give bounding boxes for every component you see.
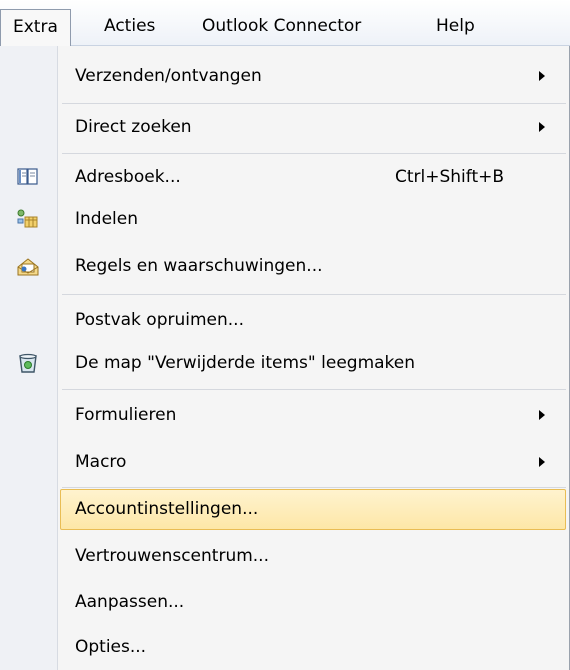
submenu-arrow-icon	[539, 122, 545, 132]
separator	[62, 389, 566, 390]
menu-item-label: Indelen	[75, 209, 138, 229]
rules-alerts-icon	[16, 255, 40, 277]
menu-item-macro[interactable]: Macro	[0, 439, 570, 486]
menu-item-label: Verzenden/ontvangen	[75, 66, 262, 86]
menu-extra[interactable]: Extra	[0, 9, 71, 47]
menu-outlook-connector[interactable]: Outlook Connector	[190, 9, 373, 43]
menu-item-label: Vertrouwenscentrum...	[75, 546, 269, 566]
menu-item-vertrouwenscentrum[interactable]: Vertrouwenscentrum...	[0, 533, 570, 580]
submenu-arrow-icon	[539, 457, 545, 467]
menu-item-aanpassen[interactable]: Aanpassen...	[0, 579, 570, 626]
address-book-icon	[16, 166, 40, 188]
menu-item-regels-en-waarschuwingen[interactable]: Regels en waarschuwingen...	[0, 243, 570, 290]
menu-item-indelen[interactable]: Indelen	[0, 196, 570, 243]
shortcut-label: Ctrl+Shift+B	[395, 167, 505, 187]
menu-item-label: Opties...	[75, 637, 147, 657]
menu-item-label: Macro	[75, 452, 127, 472]
menu-acties[interactable]: Acties	[92, 9, 167, 43]
menu-item-label: Accountinstellingen...	[75, 499, 259, 519]
menu-item-adresboek[interactable]: Adresboek... Ctrl+Shift+B	[0, 154, 570, 201]
menu-item-direct-zoeken[interactable]: Direct zoeken	[0, 104, 570, 151]
menu-item-verwijderde-items-leegmaken[interactable]: De map "Verwijderde items" leegmaken	[0, 340, 570, 387]
submenu-arrow-icon	[539, 71, 545, 81]
menu-item-label: Postvak opruimen...	[75, 310, 244, 330]
extra-dropdown-menu: Verzenden/ontvangen Direct zoeken Adresb…	[0, 46, 570, 670]
empty-trash-icon	[16, 352, 40, 374]
organize-icon	[16, 208, 40, 230]
menu-item-label: De map "Verwijderde items" leegmaken	[75, 353, 416, 373]
menu-item-label: Direct zoeken	[75, 117, 192, 137]
menu-item-formulieren[interactable]: Formulieren	[0, 392, 570, 439]
menu-item-verzenden-ontvangen[interactable]: Verzenden/ontvangen	[0, 53, 570, 100]
menu-item-label: Aanpassen...	[75, 592, 185, 612]
menu-item-label: Formulieren	[75, 405, 177, 425]
menu-item-label: Regels en waarschuwingen...	[75, 256, 323, 276]
menu-item-opties[interactable]: Opties...	[0, 624, 570, 670]
separator	[62, 294, 566, 295]
menu-item-label: Adresboek...	[75, 167, 181, 187]
menu-item-postvak-opruimen[interactable]: Postvak opruimen...	[0, 297, 570, 344]
menu-item-accountinstellingen[interactable]: Accountinstellingen...	[0, 486, 570, 533]
submenu-arrow-icon	[539, 410, 545, 420]
menu-bar: Extra Acties Outlook Connector Help	[0, 0, 570, 47]
menu-help[interactable]: Help	[424, 9, 487, 43]
